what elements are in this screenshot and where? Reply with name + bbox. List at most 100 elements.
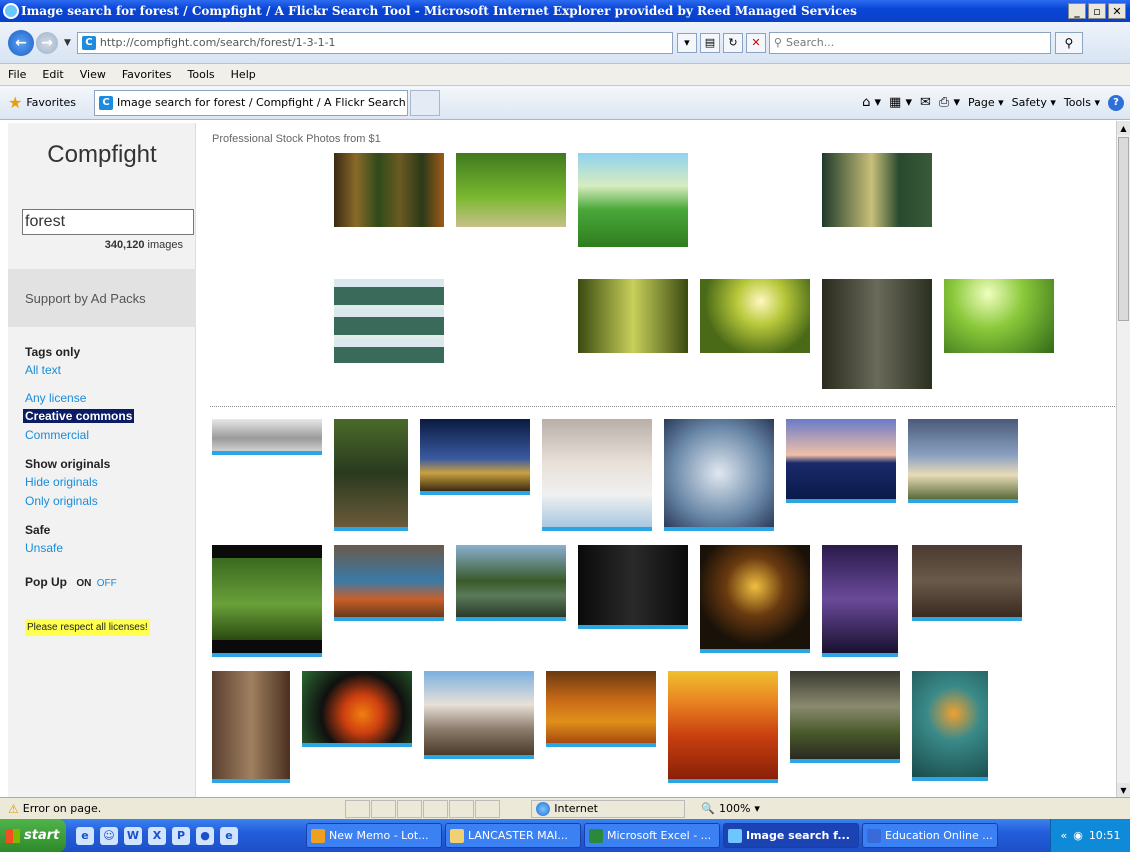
tools-menu[interactable]: Tools ▾ [1064,96,1100,109]
scroll-thumb[interactable] [1118,137,1129,321]
filter-show-originals[interactable]: Show originals [25,457,110,471]
powerpoint-icon[interactable]: P [172,826,190,845]
filter-tags-only[interactable]: Tags only [25,345,80,359]
compfight-logo[interactable]: Compfight [8,141,196,169]
popup-off[interactable]: OFF [97,578,117,589]
compatibility-view-icon[interactable]: ▤ [699,32,720,53]
task-button[interactable]: Microsoft Excel - ... [584,823,720,848]
page-scrollbar[interactable]: ▲ ▼ [1116,121,1130,797]
maximize-button[interactable]: ▫ [1088,3,1106,19]
page-menu[interactable]: Page ▾ [968,96,1004,109]
result-thumbnail[interactable] [912,671,988,781]
result-thumbnail[interactable] [456,545,566,621]
feeds-icon[interactable]: ▦ ▾ [889,95,912,110]
stock-photo-thumbnail[interactable] [944,279,1054,353]
scroll-up-icon[interactable]: ▲ [1117,121,1130,135]
close-button[interactable]: ✕ [1108,3,1126,19]
stock-photo-thumbnail[interactable] [578,279,688,353]
result-thumbnail[interactable] [668,671,778,783]
menu-file[interactable]: File [0,68,34,81]
minimize-button[interactable]: _ [1068,3,1086,19]
url-input[interactable]: C http://compfight.com/search/forest/1-3… [76,31,673,54]
stop-icon[interactable]: ✕ [745,32,766,53]
favorites-button[interactable]: Favorites [26,96,76,109]
result-thumbnail[interactable] [822,545,898,657]
result-thumbnail[interactable] [542,419,652,531]
result-thumbnail[interactable] [664,419,774,531]
warning-icon[interactable]: ⚠ [8,802,19,816]
result-thumbnail[interactable] [212,545,322,657]
clock[interactable]: 10:51 [1089,829,1121,842]
result-thumbnail[interactable] [420,419,530,495]
result-thumbnail[interactable] [578,545,688,629]
search-go-button[interactable]: ⚲ [1054,31,1083,54]
url-dropdown-icon[interactable]: ▾ [676,32,697,53]
quick-launch-icon[interactable]: ● [196,826,214,845]
stock-photo-thumbnail[interactable] [334,279,444,363]
result-thumbnail[interactable] [334,419,408,531]
quick-launch-icon[interactable]: ☺ [100,826,118,845]
ie-icon[interactable]: e [220,826,238,845]
filter-any-license[interactable]: Any license [25,391,86,405]
result-thumbnail[interactable] [212,671,290,783]
popup-on[interactable]: ON [76,578,91,589]
ad-packs-link[interactable]: Support by Ad Packs [8,269,196,327]
stock-photos-promo[interactable]: Professional Stock Photos from $1 [212,133,381,145]
stock-photo-thumbnail[interactable] [700,279,810,353]
status-message[interactable]: Error on page. [23,802,101,815]
mail-icon[interactable]: ✉ [920,95,931,110]
word-icon[interactable]: W [124,826,142,845]
filter-creative-commons[interactable]: Creative commons [23,409,135,423]
result-thumbnail[interactable] [334,545,444,621]
tray-expand-icon[interactable]: « [1060,829,1067,842]
start-button[interactable]: start [0,819,66,852]
result-thumbnail[interactable] [786,419,896,503]
filter-only-originals[interactable]: Only originals [25,494,98,508]
filter-unsafe[interactable]: Unsafe [25,541,63,555]
filter-safe[interactable]: Safe [25,523,50,537]
menu-help[interactable]: Help [223,68,264,81]
result-thumbnail[interactable] [912,545,1022,621]
print-icon[interactable]: ⎙ ▾ [939,95,960,110]
result-thumbnail[interactable] [908,419,1018,503]
new-tab-button[interactable] [410,89,441,116]
tray-icon[interactable]: ◉ [1073,829,1083,842]
history-dropdown-icon[interactable]: ▼ [64,38,71,48]
stock-photo-thumbnail[interactable] [822,279,932,389]
menu-favorites[interactable]: Favorites [114,68,180,81]
task-button-active[interactable]: Image search f... [723,823,859,848]
result-thumbnail[interactable] [302,671,412,747]
home-icon[interactable]: ⌂ ▾ [862,95,881,110]
security-zone[interactable]: Internet [531,799,686,818]
excel-icon[interactable]: X [148,826,166,845]
search-input[interactable] [22,209,194,235]
search-field[interactable]: ⚲ Search... [768,31,1051,54]
filter-all-text[interactable]: All text [25,363,61,377]
result-thumbnail[interactable] [424,671,534,759]
menu-view[interactable]: View [72,68,114,81]
result-thumbnail[interactable] [546,671,656,747]
filter-commercial[interactable]: Commercial [25,428,89,442]
menu-tools[interactable]: Tools [180,68,223,81]
back-button[interactable]: ← [8,29,34,56]
scroll-down-icon[interactable]: ▼ [1117,783,1130,797]
task-button[interactable]: Education Online ... [862,823,998,848]
result-thumbnail[interactable] [212,419,322,455]
favorites-star-icon[interactable]: ★ [8,93,22,112]
help-icon[interactable]: ? [1108,94,1124,111]
zoom-dropdown-icon[interactable]: ▾ [754,802,760,815]
zoom-control[interactable]: 🔍 100% ▾ [701,802,760,815]
result-thumbnail[interactable] [700,545,810,653]
safety-menu[interactable]: Safety ▾ [1012,96,1056,109]
stock-photo-thumbnail[interactable] [578,153,688,247]
task-button[interactable]: New Memo - Lot... [306,823,442,848]
refresh-icon[interactable]: ↻ [722,32,743,53]
forward-button[interactable]: → [36,31,58,54]
stock-photo-thumbnail[interactable] [334,153,444,227]
filter-hide-originals[interactable]: Hide originals [25,475,98,489]
tab-current-page[interactable]: C Image search for forest / Compfight / … [94,89,409,116]
task-button[interactable]: LANCASTER MAI... [445,823,581,848]
stock-photo-thumbnail[interactable] [822,153,932,227]
menu-edit[interactable]: Edit [34,68,71,81]
result-thumbnail[interactable] [790,671,900,763]
